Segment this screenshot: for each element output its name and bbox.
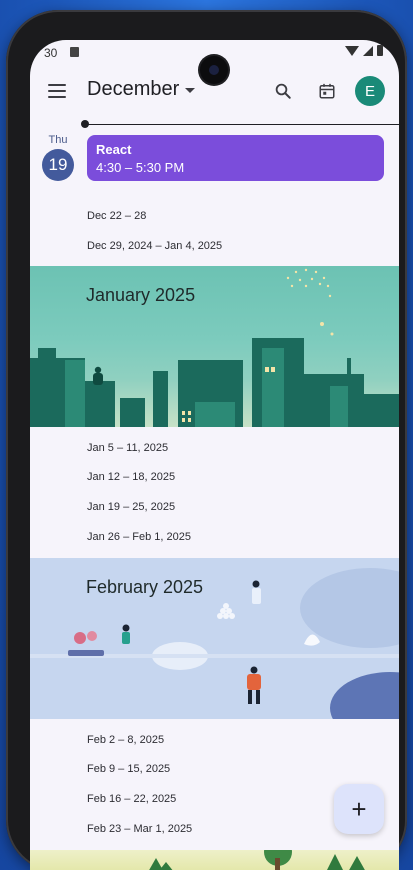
february-banner: February 2025 [30,558,399,719]
sim-card-icon [70,47,79,57]
current-time-line [84,124,399,125]
cell-signal-icon [363,45,373,56]
week-row[interactable]: Feb 9 – 15, 2025 [87,763,170,775]
calendar-today-icon[interactable] [318,82,336,100]
week-row[interactable]: Jan 5 – 11, 2025 [87,442,168,454]
month-selector[interactable]: December [87,78,196,101]
phone-frame: 30 December E Thu 19 React 4:30 – 5:30 P… [6,10,407,870]
event-time: 4:30 – 5:30 PM [96,160,185,175]
dropdown-caret-icon [185,88,196,93]
avatar[interactable]: E [355,76,385,106]
today-date: 19 [42,149,74,181]
month-title: January 2025 [86,285,196,305]
week-row[interactable]: Jan 26 – Feb 1, 2025 [87,531,191,543]
march-illustration [149,838,365,870]
event-card[interactable]: React 4:30 – 5:30 PM [87,135,384,181]
week-row[interactable]: Feb 2 – 8, 2025 [87,734,164,746]
january-banner: January 2025 [30,266,399,427]
week-row[interactable]: Dec 22 – 28 [87,210,146,222]
search-icon[interactable] [274,82,292,100]
add-icon: + [351,794,367,824]
month-label: December [87,78,180,100]
status-icons [345,45,383,56]
week-row[interactable]: Jan 19 – 25, 2025 [87,501,175,513]
wifi-icon [345,45,359,56]
week-row[interactable]: Dec 29, 2024 – Jan 4, 2025 [87,240,222,252]
month-title: February 2025 [86,577,204,597]
day-of-week: Thu [48,134,68,146]
week-row[interactable]: Feb 23 – Mar 1, 2025 [87,823,192,835]
status-time: 30 [44,46,58,60]
battery-icon [377,45,383,56]
march-banner-preview [30,838,399,870]
event-title: React [96,142,132,157]
create-event-button[interactable]: + [334,784,384,834]
week-row[interactable]: Jan 12 – 18, 2025 [87,471,175,483]
today-column[interactable]: Thu 19 [40,134,76,181]
screen: 30 December E Thu 19 React 4:30 – 5:30 P… [30,40,399,870]
menu-icon[interactable] [48,84,66,98]
week-row[interactable]: Feb 16 – 22, 2025 [87,793,176,805]
front-camera [200,56,228,84]
